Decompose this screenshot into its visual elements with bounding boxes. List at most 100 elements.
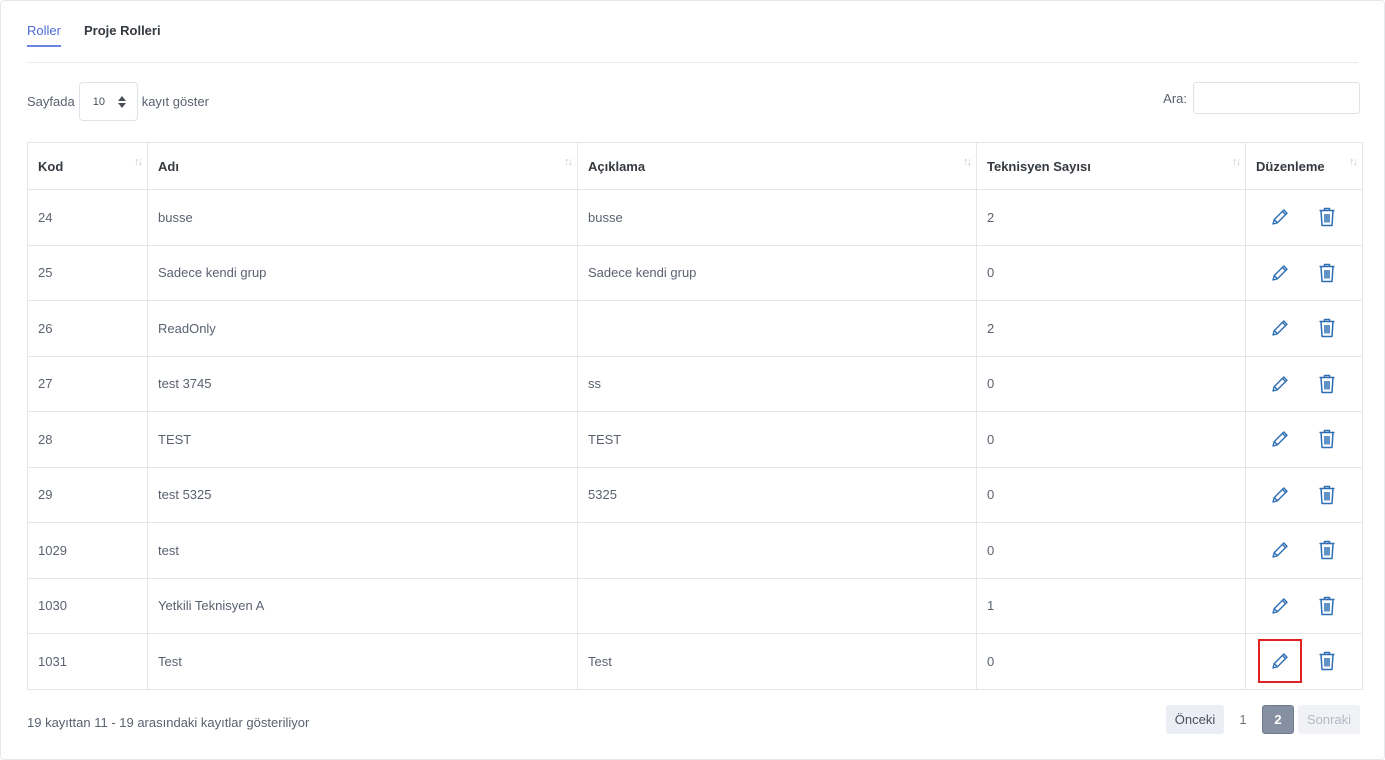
page-length-control: Sayfada 10 kayıt göster bbox=[27, 82, 209, 121]
table-header-row: Kod ↑↓ Adı ↑↓ Açıklama ↑↓ Teknisyen Sayısı ↑… bbox=[27, 142, 1363, 190]
cell-aciklama: Test bbox=[577, 633, 977, 690]
cell-aciklama bbox=[577, 577, 977, 634]
cell-duzenleme bbox=[1245, 189, 1363, 246]
trash-icon[interactable] bbox=[1315, 261, 1339, 285]
cell-kod: 27 bbox=[27, 355, 148, 412]
cell-teknisyen-sayisi: 0 bbox=[976, 466, 1246, 523]
cell-teknisyen-sayisi: 1 bbox=[976, 577, 1246, 634]
cell-teknisyen-sayisi: 0 bbox=[976, 633, 1246, 690]
cell-teknisyen-sayisi: 0 bbox=[976, 411, 1246, 468]
row-actions bbox=[1246, 190, 1362, 245]
trash-icon[interactable] bbox=[1315, 372, 1339, 396]
column-header-label: Teknisyen Sayısı bbox=[987, 158, 1091, 174]
row-actions bbox=[1246, 301, 1362, 356]
tab-proje-rolleri[interactable]: Proje Rolleri bbox=[84, 23, 161, 46]
trash-icon[interactable] bbox=[1315, 538, 1339, 562]
column-header-label: Adı bbox=[158, 158, 179, 174]
cell-duzenleme bbox=[1245, 522, 1363, 579]
cell-kod: 24 bbox=[27, 189, 148, 246]
table-row: 29 test 5325 5325 0 bbox=[27, 466, 1363, 523]
trash-icon[interactable] bbox=[1315, 316, 1339, 340]
trash-icon[interactable] bbox=[1315, 594, 1339, 618]
cell-duzenleme bbox=[1245, 411, 1363, 468]
cell-teknisyen-sayisi: 2 bbox=[976, 189, 1246, 246]
pencil-icon[interactable] bbox=[1268, 538, 1292, 562]
cell-kod: 28 bbox=[27, 411, 148, 468]
cell-kod: 1031 bbox=[27, 633, 148, 690]
pencil-icon[interactable] bbox=[1268, 205, 1292, 229]
tab-roller[interactable]: Roller bbox=[27, 23, 61, 47]
table-row: 25 Sadece kendi grup Sadece kendi grup 0 bbox=[27, 244, 1363, 301]
cell-adi: busse bbox=[147, 189, 578, 246]
column-header-duzenleme[interactable]: Düzenleme ↑↓ bbox=[1245, 142, 1363, 190]
cell-aciklama bbox=[577, 300, 977, 357]
cell-aciklama: Sadece kendi grup bbox=[577, 244, 977, 301]
row-actions bbox=[1246, 246, 1362, 301]
row-actions bbox=[1246, 634, 1362, 689]
sort-arrows-icon: ↑↓ bbox=[1232, 156, 1241, 168]
cell-aciklama: ss bbox=[577, 355, 977, 412]
pagination-next-button[interactable]: Sonraki bbox=[1298, 705, 1360, 734]
pencil-icon[interactable] bbox=[1268, 594, 1292, 618]
table-row: 27 test 3745 ss 0 bbox=[27, 355, 1363, 412]
cell-adi: TEST bbox=[147, 411, 578, 468]
cell-kod: 1030 bbox=[27, 577, 148, 634]
cell-adi: test 3745 bbox=[147, 355, 578, 412]
cell-kod: 29 bbox=[27, 466, 148, 523]
column-header-adi[interactable]: Adı ↑↓ bbox=[147, 142, 578, 190]
cell-adi: Test bbox=[147, 633, 578, 690]
sort-arrows-icon: ↑↓ bbox=[963, 156, 972, 168]
cell-kod: 1029 bbox=[27, 522, 148, 579]
row-actions bbox=[1246, 523, 1362, 578]
trash-icon[interactable] bbox=[1315, 483, 1339, 507]
cell-teknisyen-sayisi: 0 bbox=[976, 244, 1246, 301]
cell-adi: Sadece kendi grup bbox=[147, 244, 578, 301]
pagination-page-1[interactable]: 1 bbox=[1228, 705, 1258, 734]
tab-bar: Roller Proje Rolleri bbox=[27, 1, 1358, 63]
cell-duzenleme bbox=[1245, 244, 1363, 301]
row-actions bbox=[1246, 579, 1362, 634]
search-control: Ara: bbox=[1163, 82, 1360, 114]
cell-aciklama: busse bbox=[577, 189, 977, 246]
cell-adi: test bbox=[147, 522, 578, 579]
trash-icon[interactable] bbox=[1315, 427, 1339, 451]
sort-arrows-icon: ↑↓ bbox=[564, 156, 573, 168]
cell-duzenleme bbox=[1245, 633, 1363, 690]
table-row: 1029 test 0 bbox=[27, 522, 1363, 579]
row-actions bbox=[1246, 357, 1362, 412]
cell-aciklama: TEST bbox=[577, 411, 977, 468]
pencil-icon[interactable] bbox=[1268, 427, 1292, 451]
cell-adi: ReadOnly bbox=[147, 300, 578, 357]
pencil-icon[interactable] bbox=[1268, 261, 1292, 285]
table-row: 28 TEST TEST 0 bbox=[27, 411, 1363, 468]
cell-kod: 26 bbox=[27, 300, 148, 357]
cell-duzenleme bbox=[1245, 466, 1363, 523]
table-row: 26 ReadOnly 2 bbox=[27, 300, 1363, 357]
column-header-kod[interactable]: Kod ↑↓ bbox=[27, 142, 148, 190]
search-label: Ara: bbox=[1163, 91, 1187, 106]
sort-arrows-icon: ↑↓ bbox=[134, 156, 143, 168]
cell-duzenleme bbox=[1245, 300, 1363, 357]
column-header-aciklama[interactable]: Açıklama ↑↓ bbox=[577, 142, 977, 190]
roles-table: Kod ↑↓ Adı ↑↓ Açıklama ↑↓ Teknisyen Sayısı ↑… bbox=[27, 142, 1363, 690]
pencil-icon[interactable] bbox=[1268, 483, 1292, 507]
cell-aciklama: 5325 bbox=[577, 466, 977, 523]
pagination-prev-button[interactable]: Önceki bbox=[1166, 705, 1224, 734]
cell-duzenleme bbox=[1245, 355, 1363, 412]
column-header-label: Düzenleme bbox=[1256, 158, 1325, 174]
search-input[interactable] bbox=[1193, 82, 1360, 114]
pencil-icon[interactable] bbox=[1258, 639, 1302, 684]
cell-teknisyen-sayisi: 0 bbox=[976, 522, 1246, 579]
pagination-page-2[interactable]: 2 bbox=[1262, 705, 1294, 734]
cell-adi: test 5325 bbox=[147, 466, 578, 523]
pencil-icon[interactable] bbox=[1268, 372, 1292, 396]
cell-aciklama bbox=[577, 522, 977, 579]
page-length-select[interactable]: 10 bbox=[78, 82, 138, 121]
pencil-icon[interactable] bbox=[1268, 316, 1292, 340]
row-actions bbox=[1246, 468, 1362, 523]
trash-icon[interactable] bbox=[1315, 649, 1339, 673]
select-caret-icon bbox=[117, 95, 126, 108]
trash-icon[interactable] bbox=[1315, 205, 1339, 229]
column-header-teknisyen-sayisi[interactable]: Teknisyen Sayısı ↑↓ bbox=[976, 142, 1246, 190]
page-length-value: 10 bbox=[92, 95, 105, 108]
